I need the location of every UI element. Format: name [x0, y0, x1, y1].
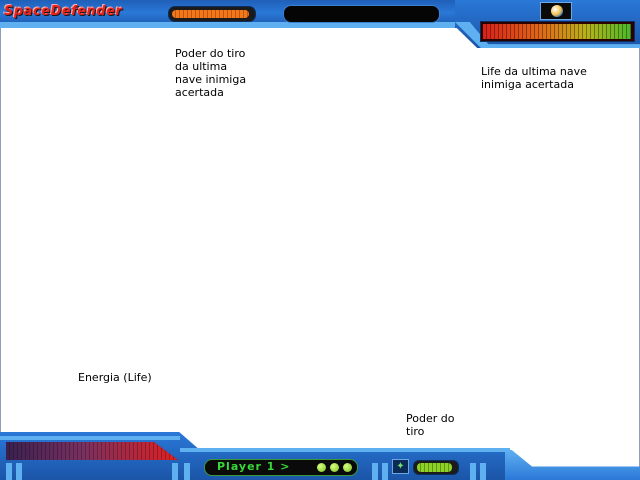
- bottom-hud-strip-left: [0, 436, 180, 440]
- player-life-fill: [6, 442, 178, 460]
- bottom-hud-strip-mid: [180, 448, 510, 452]
- game-logo: SpaceDefender: [4, 4, 123, 19]
- lives-dot-icon: [330, 463, 339, 472]
- player-life-bar: [6, 442, 178, 460]
- player-shot-power-bar: [413, 460, 459, 475]
- hud-stripe: [382, 463, 388, 480]
- lives-dot-icon: [343, 463, 352, 472]
- enemy-shot-power-bar: [168, 6, 256, 22]
- player-label: Player 1 >: [217, 460, 291, 473]
- enemy-shot-power-fill: [172, 10, 249, 18]
- orb-glyph: [551, 5, 563, 17]
- planet-orb-icon: [540, 2, 572, 20]
- bottom-hud-right-wing: [505, 450, 640, 480]
- hud-stripe: [184, 463, 190, 480]
- hud-stripe: [480, 463, 486, 480]
- top-hud: SpaceDefender: [0, 0, 640, 48]
- annotation-player-shot-power: Poder do tiro: [406, 412, 455, 438]
- message-display: [283, 5, 440, 23]
- bottom-hud: Player 1 > ✦: [0, 432, 640, 480]
- annotation-enemy-life: Life da ultima nave inimiga acertada: [481, 65, 587, 91]
- lives-dot-icon: [317, 463, 326, 472]
- annotation-player-energy: Energia (Life): [78, 371, 152, 384]
- player-shot-power-fill: [417, 463, 452, 472]
- player-indicator: Player 1 >: [204, 459, 358, 476]
- annotation-enemy-shot-power: Poder do tiro da ultima nave inimiga ace…: [175, 47, 247, 99]
- hud-stripe: [372, 463, 378, 480]
- hud-stripe: [16, 463, 22, 480]
- hud-stripe: [6, 463, 12, 480]
- hud-stripe: [172, 463, 178, 480]
- enemy-life-bar: [480, 21, 635, 42]
- enemy-life-fill: [483, 24, 631, 39]
- weapon-icon: ✦: [392, 459, 409, 474]
- hud-stripe: [470, 463, 476, 480]
